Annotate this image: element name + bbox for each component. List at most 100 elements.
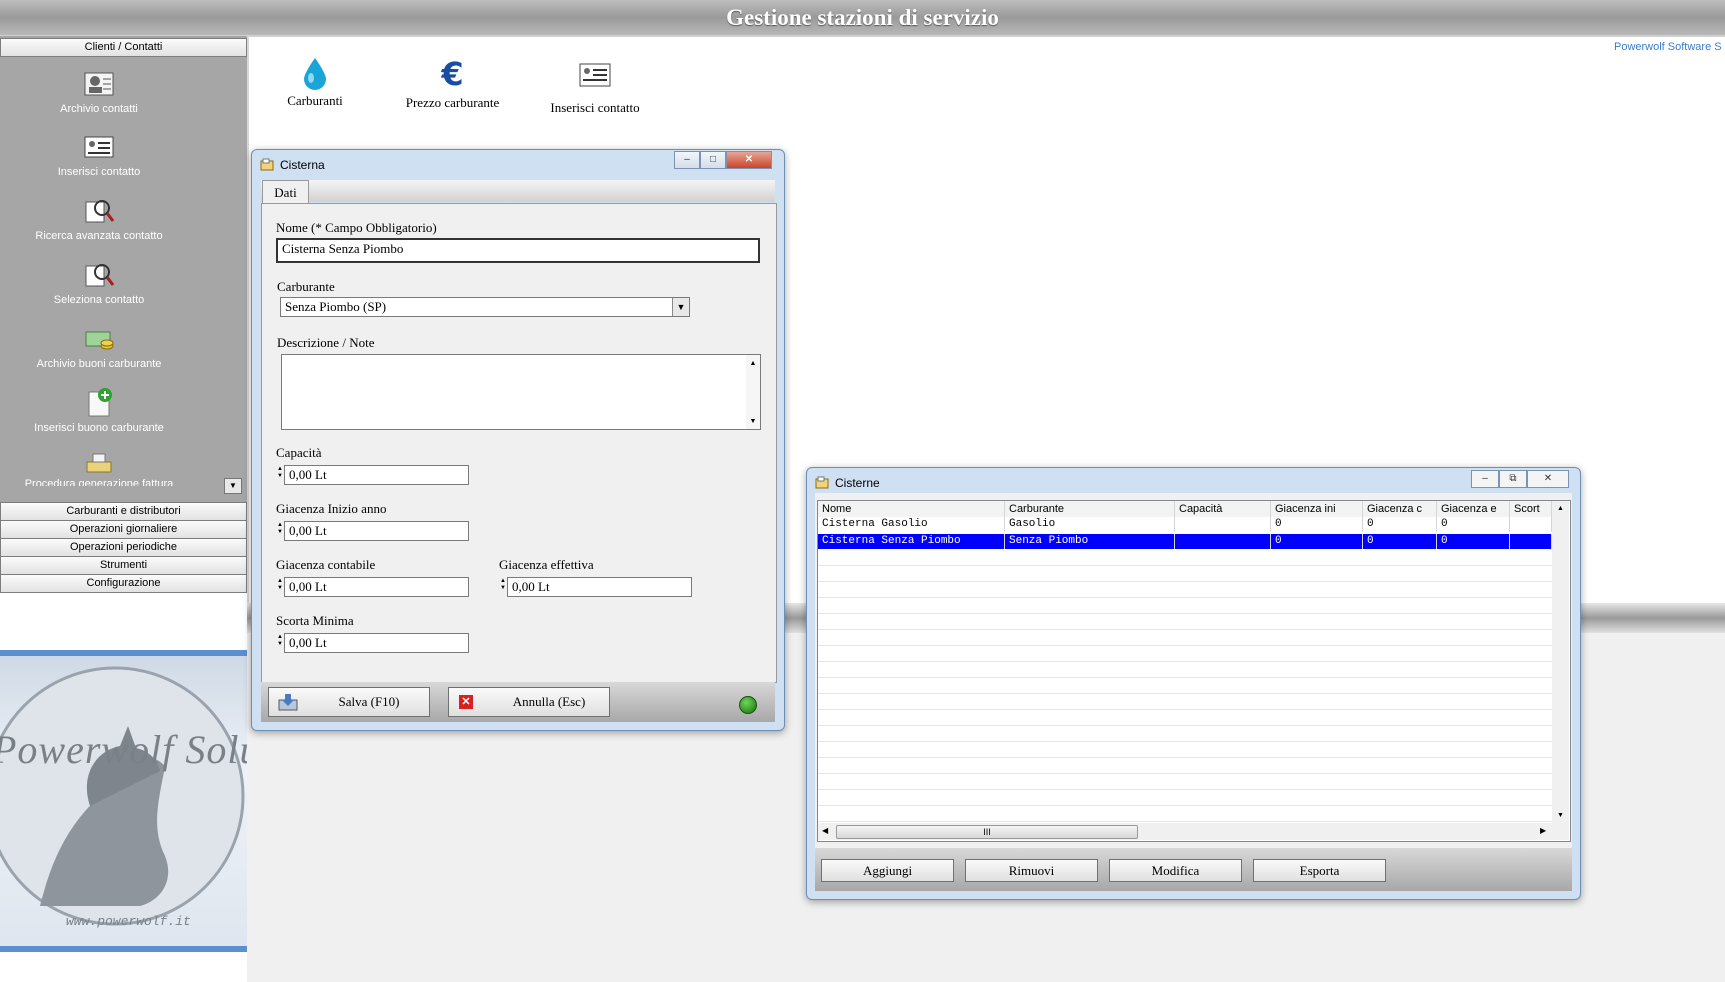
sidebar-item-seleziona-contatto[interactable]: Seleziona contatto [0, 260, 198, 306]
empty-grid-row [818, 807, 1552, 822]
sidebar-item-procedura-fattura[interactable]: Procedura generazione fattura [0, 452, 198, 486]
scroll-left-icon[interactable]: ◀ [822, 826, 828, 835]
minimize-button[interactable]: – [674, 151, 700, 169]
cell-carburante: Senza Piombo [1005, 534, 1175, 549]
empty-grid-row [818, 695, 1552, 710]
tab-content: Nome (* Campo Obbligatorio) Cisterna Sen… [261, 203, 777, 683]
empty-grid-row [818, 775, 1552, 790]
scroll-down-icon[interactable]: ▼ [1552, 812, 1569, 819]
sidebar-section-operazioni-giornaliere[interactable]: Operazioni giornaliere [0, 520, 247, 539]
giacenza-inizio-input[interactable]: 0,00 Lt [284, 521, 469, 541]
cisterne-grid[interactable]: Nome Carburante Capacità Giacenza ini Gi… [817, 500, 1571, 842]
column-header-nome[interactable]: Nome [818, 501, 1005, 517]
scorta-minima-spinner-icon[interactable]: ▲ ▼ [276, 634, 284, 648]
cancel-button[interactable]: ✕ Annulla (Esc) [448, 687, 610, 717]
sidebar-header-clienti[interactable]: Clienti / Contatti [0, 38, 247, 57]
add-button[interactable]: Aggiungi [821, 859, 954, 882]
scroll-down-icon[interactable]: ▼ [746, 417, 760, 425]
cisterne-window: Cisterne – ⧉ ✕ Nome Carburante Capacità Gi… [806, 467, 1581, 900]
column-header-giacenza-e[interactable]: Giacenza e [1437, 501, 1510, 517]
scroll-up-icon[interactable]: ▲ [746, 355, 760, 367]
vendor-link[interactable]: Powerwolf Software S [1614, 41, 1722, 53]
giacenza-inizio-spinner-icon[interactable]: ▲ ▼ [276, 522, 284, 536]
scroll-right-icon[interactable]: ▶ [1540, 826, 1546, 835]
scroll-up-icon[interactable]: ▲ [1552, 501, 1569, 512]
descrizione-label: Descrizione / Note [277, 335, 375, 350]
minimize-button[interactable]: – [1471, 470, 1499, 488]
close-button[interactable]: ✕ [726, 151, 772, 169]
contact-card-icon [83, 132, 115, 162]
window-title: Cisterna [280, 158, 325, 172]
grid-horizontal-scrollbar[interactable]: ◀ III ▶ [818, 823, 1569, 840]
chevron-down-icon[interactable]: ▼ [672, 298, 689, 316]
empty-grid-row [818, 567, 1552, 582]
sidebar-item-archivio-buoni[interactable]: Archivio buoni carburante [0, 324, 198, 370]
maximize-button[interactable]: □ [700, 151, 726, 169]
nome-input[interactable]: Cisterna Senza Piombo [276, 238, 760, 263]
sidebar-item-inserisci-buono[interactable]: Inserisci buono carburante [0, 388, 198, 434]
sidebar-item-label: Inserisci buono carburante [34, 422, 164, 434]
giacenza-inizio-label: Giacenza Inizio anno [276, 501, 387, 516]
export-button[interactable]: Esporta [1253, 859, 1386, 882]
scorta-minima-input[interactable]: 0,00 Lt [284, 633, 469, 653]
sidebar-section-configurazione[interactable]: Configurazione [0, 574, 247, 593]
descrizione-textarea[interactable]: ▲ ▼ [281, 354, 761, 430]
sidebar-item-label: Seleziona contatto [53, 294, 145, 306]
giacenza-effettiva-spinner-icon[interactable]: ▲ ▼ [499, 578, 507, 592]
descrizione-scrollbar[interactable]: ▲ ▼ [746, 355, 760, 429]
toolbar-inserisci-contatto-button[interactable]: Inserisci contatto [540, 60, 650, 116]
window-controls: – □ ✕ [674, 151, 772, 169]
cell-capacita [1175, 534, 1271, 549]
column-header-giacenza-c[interactable]: Giacenza c [1363, 501, 1437, 517]
capacita-input[interactable]: 0,00 Lt [284, 465, 469, 485]
close-button[interactable]: ✕ [1527, 470, 1569, 488]
sidebar-item-ricerca-avanzata[interactable]: Ricerca avanzata contatto [0, 196, 198, 242]
toolbar-carburanti-button[interactable]: Carburanti [270, 55, 360, 109]
table-row[interactable]: Cisterna Gasolio Gasolio 0 0 0 [818, 517, 1552, 532]
sidebar-item-archivio-contatti[interactable]: Archivio contatti [0, 69, 198, 115]
sidebar-item-inserisci-contatto[interactable]: Inserisci contatto [0, 132, 198, 178]
column-header-scorta[interactable]: Scort [1510, 501, 1552, 517]
giacenza-contabile-label: Giacenza contabile [276, 557, 376, 572]
sidebar-section-operazioni-periodiche[interactable]: Operazioni periodiche [0, 538, 247, 557]
euro-icon: € [441, 55, 464, 93]
sidebar-panel: Clienti / Contatti Archivio contatti Ins… [0, 36, 247, 502]
tab-dati[interactable]: Dati [262, 180, 309, 205]
grid-vertical-scrollbar[interactable]: ▲ ▼ [1552, 501, 1569, 823]
carburante-label: Carburante [277, 279, 335, 294]
giacenza-contabile-input[interactable]: 0,00 Lt [284, 577, 469, 597]
sidebar-item-label: Ricerca avanzata contatto [35, 230, 163, 242]
edit-button[interactable]: Modifica [1109, 859, 1242, 882]
save-button[interactable]: Salva (F10) [268, 687, 430, 717]
giacenza-contabile-spinner-icon[interactable]: ▲ ▼ [276, 578, 284, 592]
scorta-minima-label: Scorta Minima [276, 613, 354, 628]
company-logo: Powerwolf Solutions www.powerwolf.it [0, 650, 247, 952]
cell-giacenza-c: 0 [1363, 517, 1437, 532]
cancel-icon: ✕ [459, 695, 473, 709]
cell-capacita [1175, 517, 1271, 532]
nome-label: Nome (* Campo Obbligatorio) [276, 220, 437, 235]
toolbar-prezzo-carburante-button[interactable]: € Prezzo carburante [395, 55, 510, 111]
logo-url: www.powerwolf.it [66, 914, 191, 929]
sidebar-section-strumenti[interactable]: Strumenti [0, 556, 247, 575]
scroll-thumb[interactable]: III [836, 825, 1138, 839]
capacita-spinner-icon[interactable]: ▲ ▼ [276, 466, 284, 480]
table-row-selected[interactable]: Cisterna Senza Piombo Senza Piombo 0 0 0 [818, 534, 1552, 549]
column-header-carburante[interactable]: Carburante [1005, 501, 1175, 517]
cell-giacenza-e: 0 [1437, 534, 1510, 549]
carburante-select[interactable]: Senza Piombo (SP) ▼ [280, 297, 690, 317]
sidebar-scroll-down-button[interactable]: ▼ [224, 478, 242, 494]
drop-icon [270, 55, 360, 93]
maximize-button[interactable]: ⧉ [1499, 470, 1527, 488]
sidebar-item-label: Archivio contatti [60, 103, 138, 115]
search-contact-icon [83, 196, 115, 226]
sidebar-section-carburanti[interactable]: Carburanti e distributori [0, 502, 247, 521]
column-header-capacita[interactable]: Capacità [1175, 501, 1271, 517]
add-voucher-icon [83, 388, 115, 418]
empty-grid-row [818, 679, 1552, 694]
toolbar-label: Inserisci contatto [550, 100, 640, 115]
giacenza-effettiva-input[interactable]: 0,00 Lt [507, 577, 692, 597]
window-title: Cisterne [835, 476, 880, 490]
remove-button[interactable]: Rimuovi [965, 859, 1098, 882]
column-header-giacenza-ini[interactable]: Giacenza ini [1271, 501, 1363, 517]
